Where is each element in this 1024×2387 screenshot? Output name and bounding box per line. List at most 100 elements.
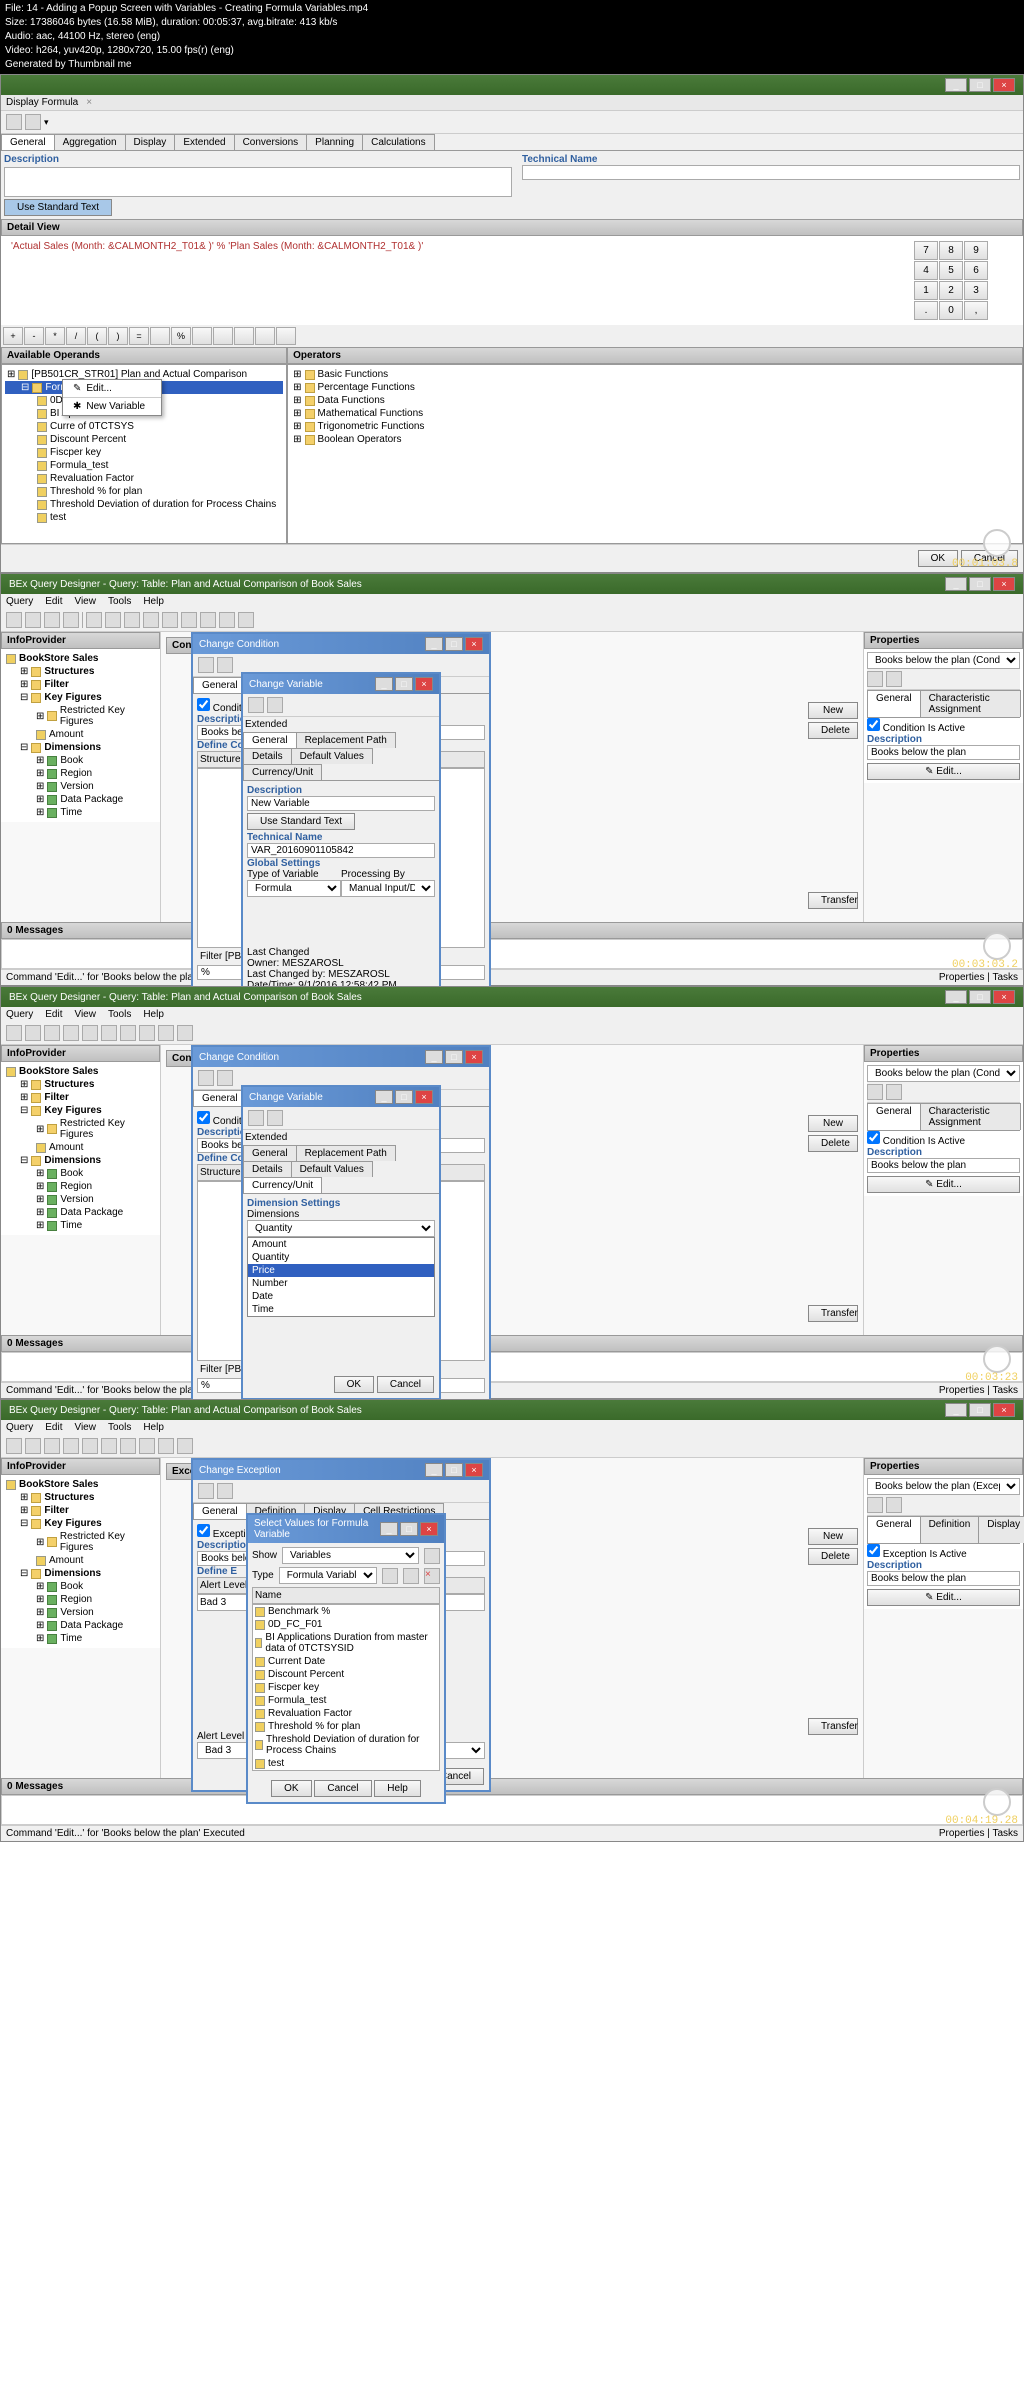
tab-display[interactable]: Display — [125, 134, 176, 150]
dimensions-node[interactable]: ⊟Dimensions — [4, 741, 157, 754]
props-select[interactable]: Books below the plan (Condition) — [867, 652, 1020, 669]
tb-icon[interactable] — [105, 612, 121, 628]
tb-icon[interactable] — [63, 612, 79, 628]
var-formtest[interactable]: Formula_test — [253, 1694, 439, 1707]
operand-7[interactable]: Threshold % for plan — [5, 485, 283, 498]
close-btn-2[interactable]: × — [993, 577, 1015, 591]
var-currdate[interactable]: Current Date — [253, 1655, 439, 1668]
menu-view[interactable]: View — [74, 596, 96, 607]
tab-calculations[interactable]: Calculations — [362, 134, 434, 150]
props-select-4[interactable]: Books below the plan (Exception) — [867, 1478, 1020, 1495]
var-benchmark[interactable]: Benchmark % — [253, 1605, 439, 1618]
ctx-edit[interactable]: ✎Edit... — [63, 380, 161, 397]
var-extended-label[interactable]: Extended — [245, 719, 287, 730]
structures-node[interactable]: ⊞Structures — [4, 665, 157, 678]
tb-icon[interactable] — [6, 612, 22, 628]
key-comma[interactable]: , — [964, 301, 988, 320]
sv-ok[interactable]: OK — [271, 1780, 311, 1797]
key-5[interactable]: 5 — [939, 261, 963, 280]
var-thresh-dev[interactable]: Threshold Deviation of duration for Proc… — [253, 1733, 439, 1757]
max-btn[interactable]: □ — [969, 78, 991, 92]
key-6[interactable]: 6 — [964, 261, 988, 280]
dim-book[interactable]: ⊞Book — [4, 754, 157, 767]
tab-extended[interactable]: Extended — [174, 134, 234, 150]
var-tab-default[interactable]: Default Values — [291, 748, 373, 764]
save-icon[interactable] — [6, 114, 22, 130]
props-tab-gen[interactable]: General — [867, 690, 921, 717]
key-2[interactable]: 2 — [939, 281, 963, 300]
op-14[interactable] — [276, 327, 296, 345]
key-8[interactable]: 8 — [939, 241, 963, 260]
save-icon[interactable] — [198, 657, 214, 673]
proc-by-select[interactable]: Manual Input/Default Value — [341, 880, 435, 897]
max-icon[interactable]: □ — [395, 677, 413, 691]
min-btn-2[interactable]: _ — [945, 577, 967, 591]
tb-icon[interactable] — [219, 612, 235, 628]
operator-4[interactable]: ⊞Trigonometric Functions — [291, 420, 1019, 433]
tb-icon[interactable] — [162, 612, 178, 628]
ctx-newvar[interactable]: ✱New Variable — [63, 398, 161, 415]
op-minus[interactable]: - — [24, 327, 44, 345]
type-var-select[interactable]: Formula — [247, 880, 341, 897]
show-select[interactable]: Variables — [282, 1547, 419, 1564]
close-icon[interactable]: × — [415, 677, 433, 691]
save-icon[interactable] — [867, 671, 883, 687]
operator-0[interactable]: ⊞Basic Functions — [291, 368, 1019, 381]
op-div[interactable]: / — [66, 327, 86, 345]
tab-general[interactable]: General — [1, 134, 55, 150]
operator-1[interactable]: ⊞Percentage Functions — [291, 381, 1019, 394]
dim-opt-number[interactable]: Number — [248, 1277, 434, 1290]
var-fiscper[interactable]: Fiscper key — [253, 1681, 439, 1694]
close-btn[interactable]: × — [993, 78, 1015, 92]
op-mult[interactable]: * — [45, 327, 65, 345]
op-11[interactable] — [213, 327, 233, 345]
var-discount[interactable]: Discount Percent — [253, 1668, 439, 1681]
amount-node[interactable]: Amount — [4, 728, 157, 741]
op-13[interactable] — [255, 327, 275, 345]
tb-icon[interactable] — [886, 671, 902, 687]
var-usestd[interactable]: Use Standard Text — [247, 813, 355, 830]
dim-opt-time[interactable]: Time — [248, 1303, 434, 1316]
tool-icon[interactable] — [25, 114, 41, 130]
props-tab-char[interactable]: Characteristic Assignment — [920, 690, 1021, 717]
tb-icon[interactable] — [25, 612, 41, 628]
tb-icon[interactable] — [267, 697, 283, 713]
tb-icon[interactable] — [181, 612, 197, 628]
operand-9[interactable]: test — [5, 511, 283, 524]
op-10[interactable] — [192, 327, 212, 345]
delete-btn[interactable]: Delete — [808, 722, 858, 739]
operator-3[interactable]: ⊞Mathematical Functions — [291, 407, 1019, 420]
op-8[interactable] — [150, 327, 170, 345]
menu-tools[interactable]: Tools — [108, 596, 131, 607]
dim-opt-amount[interactable]: Amount — [248, 1238, 434, 1251]
edit-icon[interactable] — [403, 1568, 419, 1584]
var-tab-curr[interactable]: Currency/Unit — [243, 764, 322, 780]
tb-icon[interactable] — [86, 612, 102, 628]
key-0[interactable]: 0 — [939, 301, 963, 320]
props-except-chk[interactable]: Exception Is Active — [867, 1549, 967, 1560]
sv-help[interactable]: Help — [374, 1780, 421, 1797]
dim-time[interactable]: ⊞Time — [4, 806, 157, 819]
dim-version[interactable]: ⊞Version — [4, 780, 157, 793]
var-tab-details[interactable]: Details — [243, 748, 292, 764]
tb-icon[interactable] — [143, 612, 159, 628]
bookstore-node[interactable]: BookStore Sales — [4, 652, 157, 665]
op-eq[interactable]: = — [129, 327, 149, 345]
new-icon[interactable] — [382, 1568, 398, 1584]
tech-input[interactable] — [522, 165, 1020, 180]
props-cond-chk[interactable]: Condition Is Active — [867, 723, 965, 734]
op-plus[interactable]: + — [3, 327, 23, 345]
op-lpar[interactable]: ( — [87, 327, 107, 345]
sv-cancel[interactable]: Cancel — [314, 1780, 371, 1797]
max-icon[interactable]: □ — [445, 637, 463, 651]
status-props[interactable]: Properties — [939, 972, 985, 983]
key-4[interactable]: 4 — [914, 261, 938, 280]
props-edit-btn[interactable]: ✎ Edit... — [867, 763, 1020, 780]
tab-planning[interactable]: Planning — [306, 134, 363, 150]
key-3[interactable]: 3 — [964, 281, 988, 300]
delete-icon[interactable]: × — [424, 1568, 440, 1584]
type-select[interactable]: Formula Variables — [279, 1567, 377, 1584]
desc-field[interactable] — [4, 167, 512, 197]
operator-5[interactable]: ⊞Boolean Operators — [291, 433, 1019, 446]
max-btn-2[interactable]: □ — [969, 577, 991, 591]
